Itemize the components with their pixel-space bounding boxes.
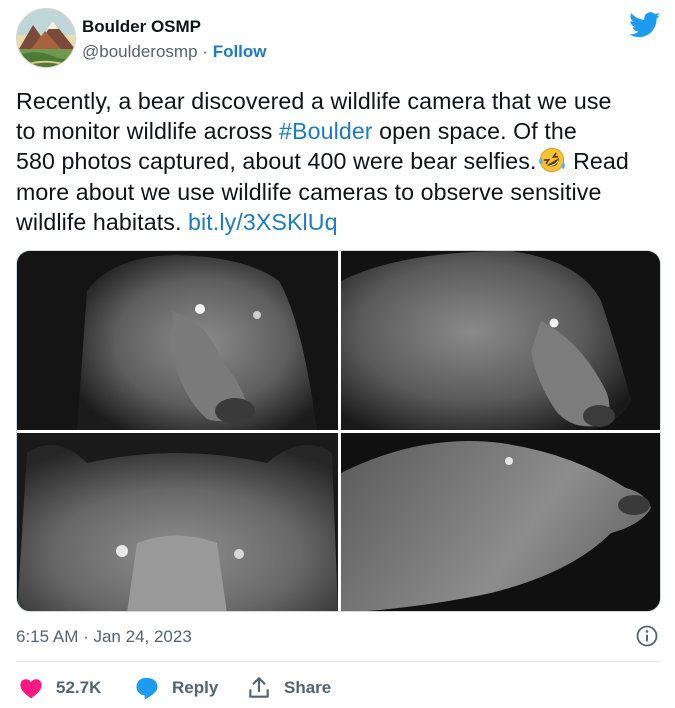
tweet-embed: Boulder OSMP @boulderosmp · Follow Recen…: [0, 0, 675, 708]
tweet-text-segment: 580 photos captured, about 400 were bear…: [16, 148, 537, 175]
bear-photo-2[interactable]: [341, 251, 660, 430]
tweet-text-segment: Read: [566, 148, 629, 175]
tweet-line-3: 580 photos captured, about 400 were bear…: [16, 146, 666, 176]
bear-photo-4[interactable]: [341, 433, 660, 611]
heart-icon: [20, 679, 42, 699]
tweet-text-segment: open space. Of the: [372, 118, 577, 145]
bear-photo-1[interactable]: [17, 251, 338, 430]
bear-face-image: [341, 433, 660, 611]
timestamp[interactable]: 6:15 AM · Jan 24, 2023: [16, 627, 192, 647]
bear-photo-3[interactable]: [17, 433, 338, 611]
reply-button[interactable]: Reply: [134, 674, 218, 702]
tweet-meta: 6:15 AM · Jan 24, 2023: [16, 624, 661, 650]
handle[interactable]: @boulderosmp: [82, 42, 198, 61]
tweet-line-4: more about we use wildlife cameras to ob…: [16, 178, 602, 205]
rolling-laughing-emoji: [538, 148, 565, 173]
bear-face-image: [17, 251, 338, 430]
tweet-line-2: to monitor wildlife across #Boulder open…: [16, 116, 666, 146]
like-button[interactable]: 52.7K: [18, 674, 101, 702]
bear-face-image: [17, 433, 338, 611]
tweet-text-segment: to monitor wildlife across: [16, 118, 280, 145]
hashtag-link[interactable]: #Boulder: [279, 118, 373, 144]
share-icon: [249, 677, 269, 698]
tweet-actions: 52.7K Reply Share: [16, 674, 661, 702]
reply-label: Reply: [172, 678, 219, 697]
info-icon[interactable]: [635, 624, 659, 648]
separator: ·: [202, 42, 208, 61]
tweet-line-5: wildlife habitats. bit.ly/3XSKlUq: [16, 207, 666, 237]
avatar[interactable]: [16, 8, 76, 68]
tweet-text: Recently, a bear discovered a wildlife c…: [16, 86, 666, 237]
display-name[interactable]: Boulder OSMP: [82, 17, 201, 37]
tweet-line-1: Recently, a bear discovered a wildlife c…: [16, 88, 612, 114]
handle-line: @boulderosmp · Follow: [82, 42, 267, 62]
share-button[interactable]: Share: [246, 674, 331, 702]
tweet-text-segment: wildlife habitats.: [16, 208, 189, 235]
photo-grid: [16, 250, 661, 612]
share-label: Share: [284, 678, 332, 697]
bitly-link[interactable]: bit.ly/3XSKlUq: [188, 209, 338, 235]
bear-face-image: [341, 251, 660, 430]
twitter-bird-icon[interactable]: [629, 12, 661, 38]
follow-button[interactable]: Follow: [213, 42, 267, 61]
reply-bubble-icon: [136, 678, 158, 700]
tweet-header: Boulder OSMP @boulderosmp · Follow: [16, 8, 661, 70]
avatar-mountain-logo: [17, 9, 75, 67]
like-count: 52.7K: [56, 678, 102, 697]
divider: [16, 661, 661, 662]
